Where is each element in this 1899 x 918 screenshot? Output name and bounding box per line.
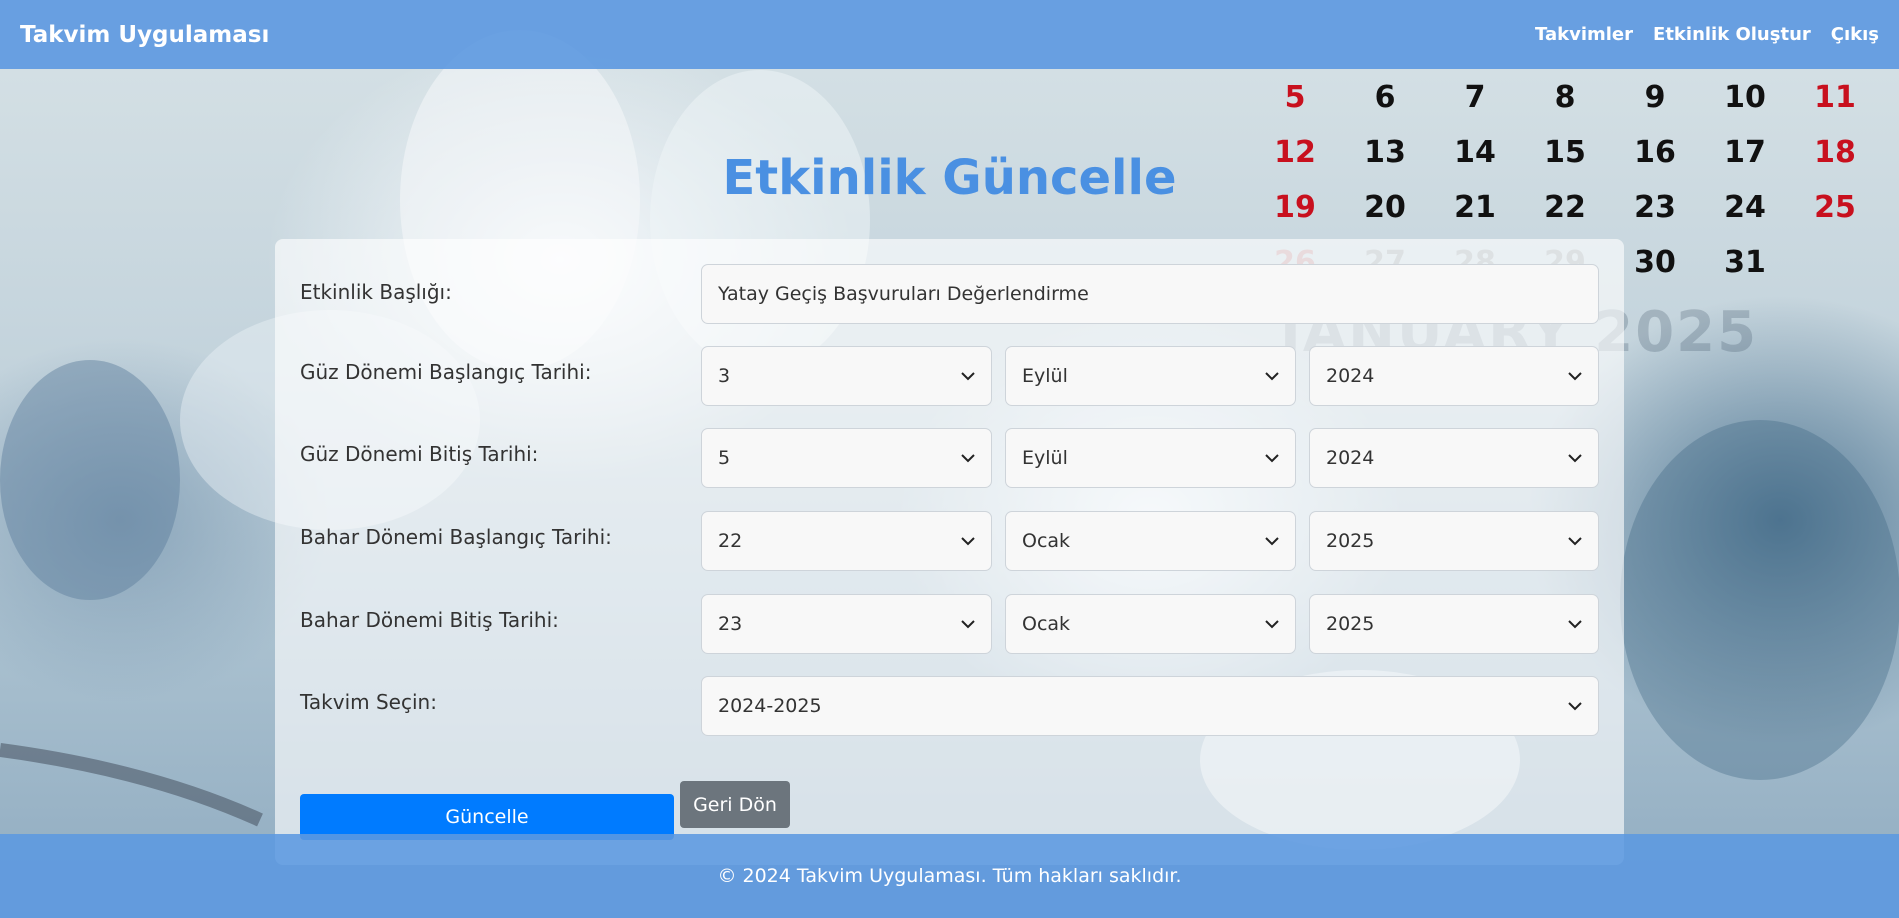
spring-start-month-select[interactable]: Ocak: [1005, 511, 1296, 571]
spring-end-year-select[interactable]: 2025: [1309, 594, 1599, 654]
spring-start-year-value: 2025: [1326, 530, 1375, 552]
chevron-down-icon: [961, 451, 975, 465]
fall-start-year-value: 2024: [1326, 365, 1375, 387]
fall-end-month-value: Eylül: [1022, 447, 1068, 469]
spring-end-day-select[interactable]: 23: [701, 594, 992, 654]
chevron-down-icon: [961, 369, 975, 383]
spring-end-day-value: 23: [718, 613, 743, 635]
event-title-value: Yatay Geçiş Başvuruları Değerlendirme: [718, 283, 1089, 305]
chevron-down-icon: [1568, 369, 1582, 383]
nav-link-logout[interactable]: Çıkış: [1831, 24, 1879, 45]
footer: © 2024 Takvim Uygulaması. Tüm hakları sa…: [0, 834, 1899, 918]
spring-start-month-value: Ocak: [1022, 530, 1071, 552]
spring-end-year-value: 2025: [1326, 613, 1375, 635]
chevron-down-icon: [1568, 451, 1582, 465]
fall-start-label: Güz Dönemi Başlangıç Tarihi:: [300, 360, 592, 384]
fall-end-label: Güz Dönemi Bitiş Tarihi:: [300, 442, 539, 466]
chevron-down-icon: [1568, 534, 1582, 548]
spring-start-day-select[interactable]: 22: [701, 511, 992, 571]
navbar: Takvim Uygulaması Takvimler Etkinlik Olu…: [0, 0, 1899, 69]
calendar-day: 8: [1554, 80, 1576, 115]
event-update-form: Etkinlik Başlığı: Yatay Geçiş Başvurular…: [275, 239, 1624, 865]
form-row-calendar-select: Takvim Seçin: 2024-2025: [275, 676, 1624, 738]
nav-link-calendars[interactable]: Takvimler: [1535, 24, 1633, 45]
chevron-down-icon: [961, 534, 975, 548]
fall-end-day-select[interactable]: 5: [701, 428, 992, 488]
chevron-down-icon: [1568, 699, 1582, 713]
fall-end-year-value: 2024: [1326, 447, 1375, 469]
app-brand[interactable]: Takvim Uygulaması: [20, 22, 269, 48]
calendar-day: 10: [1724, 80, 1766, 115]
spring-start-day-value: 22: [718, 530, 743, 552]
calendar-select-value: 2024-2025: [718, 695, 822, 717]
form-row-fall-start: Güz Dönemi Başlangıç Tarihi: 3 Eylül 202…: [275, 346, 1624, 408]
calendar-day: 7: [1464, 80, 1486, 115]
fall-start-month-value: Eylül: [1022, 365, 1068, 387]
chevron-down-icon: [1265, 534, 1279, 548]
nav-link-create-event[interactable]: Etkinlik Oluştur: [1653, 24, 1811, 45]
calendar-day: 9: [1644, 80, 1666, 115]
form-row-spring-end: Bahar Dönemi Bitiş Tarihi: 23 Ocak 2025: [275, 594, 1624, 656]
calendar-day: 5: [1284, 80, 1306, 115]
fall-start-month-select[interactable]: Eylül: [1005, 346, 1296, 406]
calendar-select[interactable]: 2024-2025: [701, 676, 1599, 736]
spring-end-month-select[interactable]: Ocak: [1005, 594, 1296, 654]
chevron-down-icon: [1265, 617, 1279, 631]
calendar-select-label: Takvim Seçin:: [300, 690, 437, 714]
event-title-label: Etkinlik Başlığı:: [300, 280, 452, 304]
chevron-down-icon: [1568, 617, 1582, 631]
spring-start-year-select[interactable]: 2025: [1309, 511, 1599, 571]
fall-end-year-select[interactable]: 2024: [1309, 428, 1599, 488]
chevron-down-icon: [1265, 369, 1279, 383]
spring-end-month-value: Ocak: [1022, 613, 1071, 635]
spring-start-label: Bahar Dönemi Başlangıç Tarihi:: [300, 525, 612, 549]
fall-start-day-value: 3: [718, 365, 731, 387]
fall-end-month-select[interactable]: Eylül: [1005, 428, 1296, 488]
calendar-day: 11: [1814, 80, 1856, 115]
spring-end-label: Bahar Dönemi Bitiş Tarihi:: [300, 608, 559, 632]
page-title: Etkinlik Güncelle: [722, 150, 1177, 206]
calendar-week-row: 5 6 7 8 9 10 11: [1250, 80, 1890, 130]
form-row-spring-start: Bahar Dönemi Başlangıç Tarihi: 22 Ocak 2…: [275, 511, 1624, 573]
chevron-down-icon: [1265, 451, 1279, 465]
form-row-event-title: Etkinlik Başlığı: Yatay Geçiş Başvurular…: [275, 264, 1624, 326]
fall-start-day-select[interactable]: 3: [701, 346, 992, 406]
calendar-day: 31: [1724, 245, 1766, 280]
fall-start-year-select[interactable]: 2024: [1309, 346, 1599, 406]
event-title-input[interactable]: Yatay Geçiş Başvuruları Değerlendirme: [701, 264, 1599, 324]
back-button[interactable]: Geri Dön: [680, 781, 790, 828]
fall-end-day-value: 5: [718, 447, 731, 469]
nav-links: Takvimler Etkinlik Oluştur Çıkış: [1535, 24, 1879, 45]
footer-copyright: © 2024 Takvim Uygulaması. Tüm hakları sa…: [717, 865, 1182, 887]
chevron-down-icon: [961, 617, 975, 631]
form-row-fall-end: Güz Dönemi Bitiş Tarihi: 5 Eylül 2024: [275, 428, 1624, 490]
calendar-day: 6: [1374, 80, 1396, 115]
